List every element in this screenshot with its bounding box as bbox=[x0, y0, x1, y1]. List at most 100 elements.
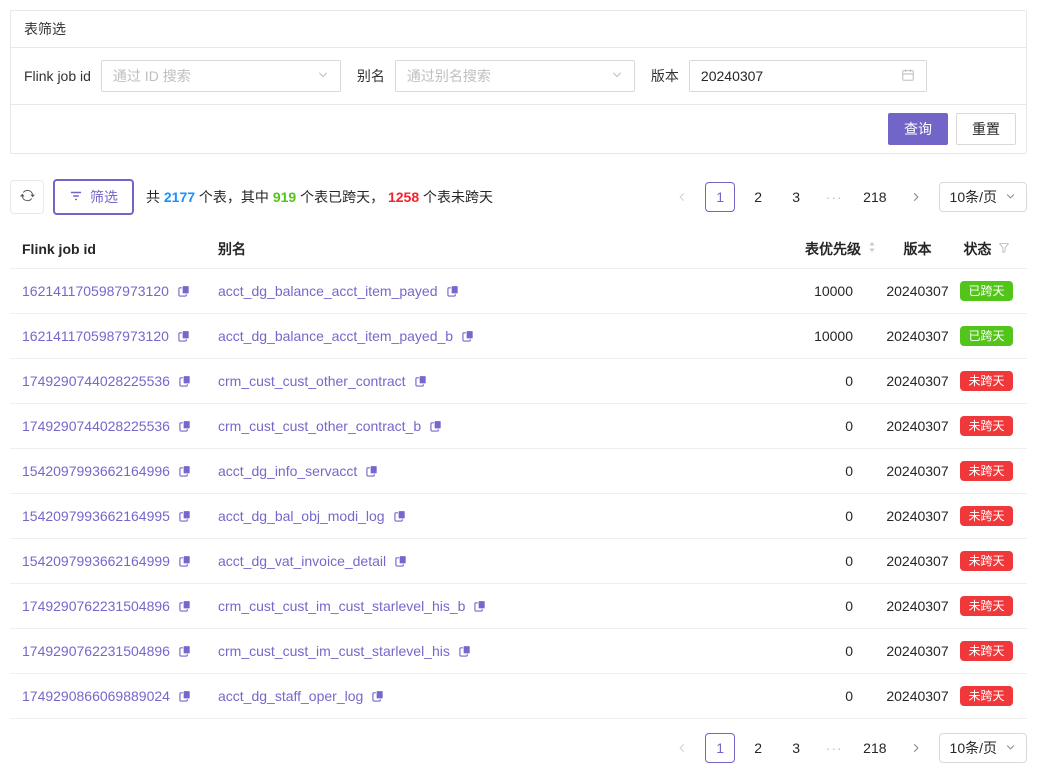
column-header-alias: 别名 bbox=[218, 239, 700, 259]
copy-icon[interactable] bbox=[178, 374, 192, 388]
status-badge: 已跨天 bbox=[960, 281, 1012, 301]
status-badge: 未跨天 bbox=[960, 461, 1012, 481]
version-cell: 20240307 bbox=[877, 598, 958, 614]
job-id-link[interactable]: 1542097993662164999 bbox=[22, 553, 170, 569]
reset-button[interactable]: 重置 bbox=[956, 113, 1016, 145]
caret-sort-icon[interactable] bbox=[867, 240, 877, 257]
column-header-version: 版本 bbox=[877, 239, 958, 259]
job-id-link[interactable]: 1621411705987973120 bbox=[22, 283, 169, 299]
status-badge: 未跨天 bbox=[960, 506, 1012, 526]
version-cell: 20240307 bbox=[877, 643, 958, 659]
pagination-page-1-button[interactable]: 1 bbox=[705, 733, 735, 763]
pagination-page-2-button[interactable]: 2 bbox=[743, 733, 773, 763]
copy-icon[interactable] bbox=[178, 599, 192, 613]
alias-link[interactable]: acct_dg_balance_acct_item_payed_b bbox=[218, 328, 453, 344]
alias-link[interactable]: acct_dg_staff_oper_log bbox=[218, 688, 363, 704]
pagination-ellipsis[interactable]: ··· bbox=[819, 182, 849, 212]
copy-icon[interactable] bbox=[473, 599, 487, 613]
filter-lines-icon bbox=[69, 189, 83, 206]
job-id-link[interactable]: 1749290744028225536 bbox=[22, 373, 170, 389]
calendar-icon bbox=[901, 68, 915, 85]
status-cell: 已跨天 bbox=[958, 281, 1015, 301]
column-header-status: 状态 bbox=[964, 239, 992, 259]
copy-icon[interactable] bbox=[178, 419, 192, 433]
job-id-link[interactable]: 1749290744028225536 bbox=[22, 418, 170, 434]
alias-link[interactable]: acct_dg_vat_invoice_detail bbox=[218, 553, 386, 569]
job-id-link[interactable]: 1749290762231504896 bbox=[22, 643, 170, 659]
refresh-button[interactable] bbox=[10, 180, 44, 214]
pagination-page-3-button[interactable]: 3 bbox=[781, 182, 811, 212]
job-id-link[interactable]: 1542097993662164996 bbox=[22, 463, 170, 479]
alias-cell: acct_dg_info_servacct bbox=[218, 463, 700, 479]
job-id-link[interactable]: 1621411705987973120 bbox=[22, 328, 169, 344]
alias-cell: acct_dg_vat_invoice_detail bbox=[218, 553, 700, 569]
job-id-link[interactable]: 1749290762231504896 bbox=[22, 598, 170, 614]
copy-icon[interactable] bbox=[177, 329, 191, 343]
flink-job-id-select[interactable]: 通过 ID 搜索 bbox=[101, 60, 341, 92]
summary-text: 个表已跨天， bbox=[296, 189, 388, 205]
pagination-page-3-button[interactable]: 3 bbox=[781, 733, 811, 763]
table-body: 1621411705987973120 acct_dg_balance_acct_… bbox=[10, 269, 1027, 719]
pagination-next-button[interactable] bbox=[901, 733, 931, 763]
job-id-link[interactable]: 1749290866069889024 bbox=[22, 688, 170, 704]
table-row: 1749290762231504896 crm_cust_cust_im_cust… bbox=[10, 584, 1027, 629]
version-cell: 20240307 bbox=[877, 328, 958, 344]
status-cell: 未跨天 bbox=[958, 371, 1015, 391]
column-header-flink-job-id: Flink job id bbox=[22, 241, 218, 257]
priority-cell: 0 bbox=[700, 598, 877, 614]
chevron-down-icon bbox=[611, 68, 623, 84]
pagination-prev-button[interactable] bbox=[667, 182, 697, 212]
pagination-prev-button[interactable] bbox=[667, 733, 697, 763]
page-size-select[interactable]: 10条/页 bbox=[939, 733, 1027, 763]
alias-link[interactable]: acct_dg_info_servacct bbox=[218, 463, 357, 479]
copy-icon[interactable] bbox=[371, 689, 385, 703]
copy-icon[interactable] bbox=[177, 284, 191, 298]
summary-text: 共 bbox=[146, 189, 164, 205]
alias-link[interactable]: acct_dg_balance_acct_item_payed bbox=[218, 283, 438, 299]
copy-icon[interactable] bbox=[178, 554, 192, 568]
copy-icon[interactable] bbox=[178, 644, 192, 658]
table-row: 1542097993662164999 acct_dg_vat_invoice_d… bbox=[10, 539, 1027, 584]
page-size-select[interactable]: 10条/页 bbox=[939, 182, 1027, 212]
bottom-pagination-bar: 123 ··· 218 10条/页 bbox=[10, 733, 1027, 763]
copy-icon[interactable] bbox=[429, 419, 443, 433]
priority-cell: 0 bbox=[700, 553, 877, 569]
alias-link[interactable]: acct_dg_bal_obj_modi_log bbox=[218, 508, 385, 524]
version-date-input[interactable]: 20240307 bbox=[689, 60, 927, 92]
copy-icon[interactable] bbox=[394, 554, 408, 568]
funnel-icon[interactable] bbox=[998, 241, 1010, 257]
query-button[interactable]: 查询 bbox=[888, 113, 948, 145]
copy-icon[interactable] bbox=[178, 464, 192, 478]
alias-cell: crm_cust_cust_im_cust_starlevel_his_b bbox=[218, 598, 700, 614]
filter-button[interactable]: 筛选 bbox=[53, 179, 134, 215]
copy-icon[interactable] bbox=[458, 644, 472, 658]
status-cell: 未跨天 bbox=[958, 416, 1015, 436]
summary-crossed-count: 919 bbox=[273, 189, 296, 205]
alias-link[interactable]: crm_cust_cust_other_contract_b bbox=[218, 418, 421, 434]
pagination-page-218-button[interactable]: 218 bbox=[857, 182, 892, 212]
copy-icon[interactable] bbox=[461, 329, 475, 343]
pagination-page-2-button[interactable]: 2 bbox=[743, 182, 773, 212]
pagination-ellipsis[interactable]: ··· bbox=[819, 733, 849, 763]
pagination-page-218-button[interactable]: 218 bbox=[857, 733, 892, 763]
alias-link[interactable]: crm_cust_cust_im_cust_starlevel_his bbox=[218, 643, 450, 659]
table-summary: 共 2177 个表，其中 919 个表已跨天， 1258 个表未跨天 bbox=[146, 187, 493, 207]
copy-icon[interactable] bbox=[393, 509, 407, 523]
copy-icon[interactable] bbox=[414, 374, 428, 388]
pagination-next-button[interactable] bbox=[901, 182, 931, 212]
alias-cell: acct_dg_balance_acct_item_payed bbox=[218, 283, 700, 299]
copy-icon[interactable] bbox=[446, 284, 460, 298]
alias-link[interactable]: crm_cust_cust_im_cust_starlevel_his_b bbox=[218, 598, 465, 614]
status-cell: 未跨天 bbox=[958, 596, 1015, 616]
status-cell: 未跨天 bbox=[958, 551, 1015, 571]
priority-cell: 0 bbox=[700, 463, 877, 479]
pagination-page-1-button[interactable]: 1 bbox=[705, 182, 735, 212]
copy-icon[interactable] bbox=[365, 464, 379, 478]
job-id-link[interactable]: 1542097993662164995 bbox=[22, 508, 170, 524]
alias-select[interactable]: 通过别名搜索 bbox=[395, 60, 635, 92]
job-id-cell: 1542097993662164996 bbox=[22, 463, 218, 479]
copy-icon[interactable] bbox=[178, 509, 192, 523]
page-size-value: 10条/页 bbox=[950, 187, 997, 207]
alias-link[interactable]: crm_cust_cust_other_contract bbox=[218, 373, 406, 389]
copy-icon[interactable] bbox=[178, 689, 192, 703]
